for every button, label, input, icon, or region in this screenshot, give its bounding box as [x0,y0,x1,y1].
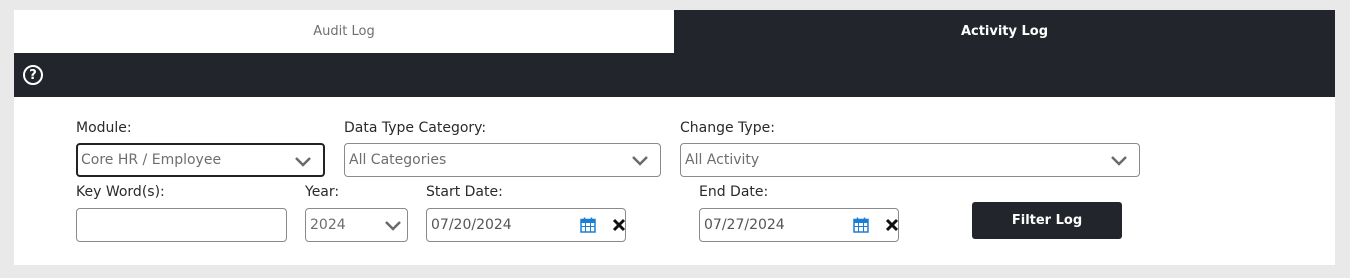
data-type-category-value: All Categories [349,152,447,168]
chevron-down-icon [632,156,648,166]
module-select-value: Core HR / Employee [81,152,222,168]
year-select[interactable]: 2024 [305,208,408,242]
start-date-label: Start Date: [426,184,503,200]
keywords-input[interactable] [76,208,287,242]
calendar-icon[interactable] [580,217,596,233]
data-type-category-select[interactable]: All Categories [344,143,661,177]
tab-audit-log[interactable]: Audit Log [14,10,674,53]
activity-log-panel: Audit Log Activity Log ? Module: Data Ty… [14,10,1335,265]
end-date-field[interactable]: 07/27/2024 [699,208,899,242]
change-type-select[interactable]: All Activity [680,143,1140,177]
chevron-down-icon [1111,156,1127,166]
help-icon[interactable]: ? [23,65,43,85]
start-date-field[interactable]: 07/20/2024 [426,208,626,242]
calendar-icon[interactable] [853,217,869,233]
toolbar: ? [14,53,1335,97]
year-label: Year: [305,184,340,200]
chevron-down-icon [295,157,311,167]
module-label: Module: [76,120,132,136]
end-date-label: End Date: [699,184,769,200]
tab-activity-log[interactable]: Activity Log [674,10,1335,53]
filter-log-button[interactable]: Filter Log [972,202,1122,239]
start-date-value: 07/20/2024 [431,217,512,233]
data-type-category-label: Data Type Category: [344,120,487,136]
module-select[interactable]: Core HR / Employee [76,143,325,177]
change-type-label: Change Type: [680,120,775,136]
chevron-down-icon [385,221,401,231]
end-date-value: 07/27/2024 [704,217,785,233]
year-select-value: 2024 [310,217,346,233]
change-type-value: All Activity [685,152,760,168]
keywords-label: Key Word(s): [76,184,165,200]
clear-icon[interactable] [885,218,899,232]
clear-icon[interactable] [612,218,626,232]
